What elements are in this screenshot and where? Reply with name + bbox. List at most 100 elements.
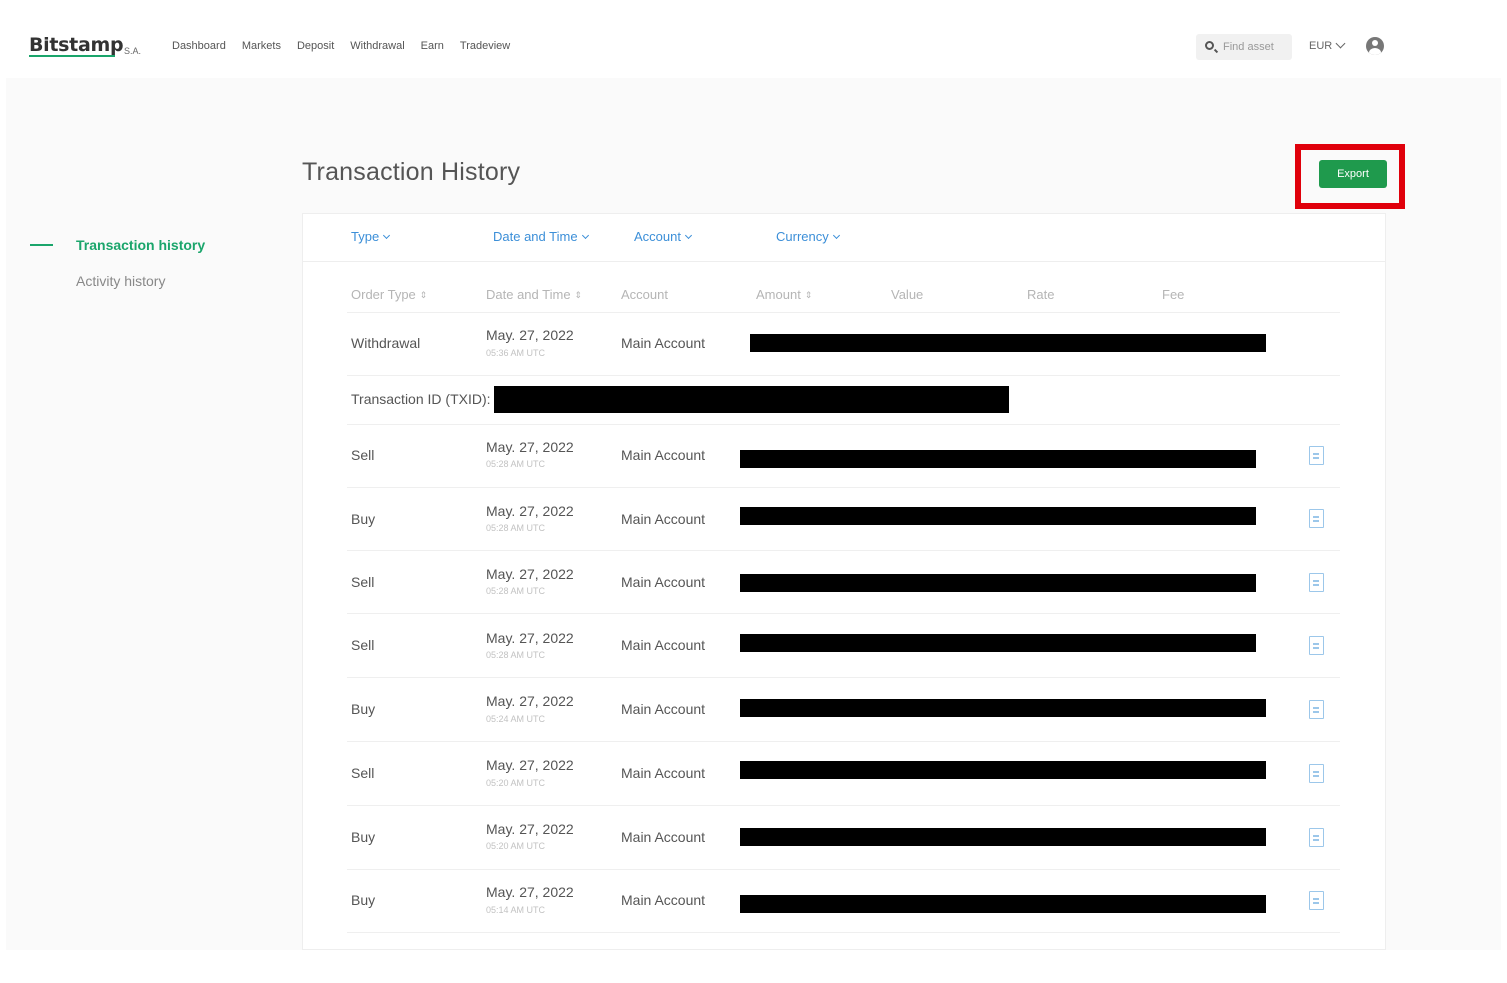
document-icon[interactable] (1309, 509, 1324, 528)
row-divider (347, 677, 1340, 678)
user-icon[interactable] (1366, 37, 1384, 55)
nav-dashboard[interactable]: Dashboard (172, 40, 226, 52)
row-order-type: Sell (351, 574, 375, 590)
row-divider (347, 424, 1340, 425)
column-label: Date and Time (486, 287, 571, 302)
column-label: Rate (1027, 287, 1055, 302)
nav-tradeview[interactable]: Tradeview (460, 40, 510, 52)
find-asset-search[interactable]: Find asset (1196, 34, 1292, 60)
filter-type-label: Type (351, 229, 380, 244)
row-date: May. 27, 2022 (486, 821, 574, 837)
row-divider (347, 312, 1340, 313)
row-account: Main Account (621, 574, 706, 590)
column-header-order-type[interactable]: Order Type ⇕ (351, 287, 427, 302)
redaction-bar (740, 634, 1256, 652)
sort-icon: ⇕ (574, 290, 583, 300)
row-time: 05:28 AM UTC (486, 459, 546, 469)
row-time: 05:36 AM UTC (486, 348, 546, 358)
row-order-type: Buy (351, 511, 376, 527)
row-order-type: Buy (351, 829, 376, 845)
search-icon (1205, 41, 1214, 50)
row-order-type: Sell (351, 765, 375, 781)
row-time: 05:28 AM UTC (486, 586, 546, 596)
document-icon[interactable] (1309, 700, 1324, 719)
nav-withdrawal[interactable]: Withdrawal (350, 40, 404, 52)
document-icon[interactable] (1309, 446, 1324, 465)
column-label: Fee (1162, 287, 1185, 302)
redaction-bar (494, 386, 1009, 413)
column-header-value: Value (891, 287, 923, 302)
column-header-date-time[interactable]: Date and Time ⇕ (486, 287, 582, 302)
sidebar-item-activity-history[interactable]: Activity history (76, 273, 165, 289)
row-account: Main Account (621, 335, 706, 351)
column-label: Account (621, 287, 668, 302)
bitstamp-logo[interactable]: Bitstamp (29, 34, 124, 56)
document-icon[interactable] (1309, 636, 1324, 655)
filter-type[interactable]: Type (351, 229, 391, 244)
document-icon[interactable] (1309, 891, 1324, 910)
row-time: 05:20 AM UTC (486, 778, 546, 788)
row-order-type: Sell (351, 447, 375, 463)
row-account: Main Account (621, 447, 706, 463)
column-header-rate: Rate (1027, 287, 1054, 302)
row-date: May. 27, 2022 (486, 566, 574, 582)
row-account: Main Account (621, 892, 706, 908)
top-navigation-bar: Bitstamp S.A. Dashboard Markets Deposit … (0, 0, 1507, 78)
redaction-bar (740, 699, 1266, 717)
column-label: Order Type (351, 287, 416, 302)
row-date: May. 27, 2022 (486, 503, 574, 519)
sidebar-item-transaction-history[interactable]: Transaction history (76, 237, 205, 253)
column-label: Amount (756, 287, 801, 302)
row-order-type: Buy (351, 701, 376, 717)
row-account: Main Account (621, 765, 706, 781)
row-account: Main Account (621, 701, 706, 717)
row-divider (347, 550, 1340, 551)
nav-earn[interactable]: Earn (421, 40, 444, 52)
row-account: Main Account (621, 637, 706, 653)
row-account: Main Account (621, 829, 706, 845)
document-icon[interactable] (1309, 573, 1324, 592)
filter-currency[interactable]: Currency (776, 229, 840, 244)
row-date: May. 27, 2022 (486, 439, 574, 455)
nav-markets[interactable]: Markets (242, 40, 281, 52)
row-divider (347, 932, 1340, 933)
redaction-bar (740, 828, 1266, 846)
column-header-account: Account (621, 287, 668, 302)
column-header-amount[interactable]: Amount ⇕ (756, 287, 812, 302)
chevron-down-icon (383, 231, 391, 240)
row-divider (347, 741, 1340, 742)
row-time: 05:28 AM UTC (486, 650, 546, 660)
chevron-down-icon[interactable] (1335, 38, 1346, 49)
filter-account-label: Account (634, 229, 681, 244)
row-account: Main Account (621, 511, 706, 527)
nav-deposit[interactable]: Deposit (297, 40, 334, 52)
row-order-type: Sell (351, 637, 375, 653)
redaction-bar (740, 574, 1256, 592)
row-time: 05:14 AM UTC (486, 905, 546, 915)
sort-icon: ⇕ (419, 290, 428, 300)
row-date: May. 27, 2022 (486, 630, 574, 646)
filter-date-time[interactable]: Date and Time (493, 229, 589, 244)
filter-currency-label: Currency (776, 229, 829, 244)
redaction-bar (740, 761, 1266, 779)
page-title: Transaction History (302, 158, 521, 186)
export-button[interactable]: Export (1319, 160, 1387, 188)
redaction-bar (750, 334, 1266, 352)
row-date: May. 27, 2022 (486, 693, 574, 709)
sort-icon: ⇕ (804, 290, 813, 300)
currency-selector[interactable]: EUR (1309, 40, 1332, 52)
filters-divider (302, 261, 1386, 262)
filter-account[interactable]: Account (634, 229, 693, 244)
main-nav: Dashboard Markets Deposit Withdrawal Ear… (172, 40, 526, 52)
row-divider (347, 805, 1340, 806)
document-icon[interactable] (1309, 764, 1324, 783)
column-header-fee: Fee (1162, 287, 1184, 302)
row-time: 05:20 AM UTC (486, 841, 546, 851)
search-placeholder: Find asset (1223, 41, 1274, 53)
document-icon[interactable] (1309, 828, 1324, 847)
redaction-bar (740, 450, 1256, 468)
row-date: May. 27, 2022 (486, 327, 574, 343)
logo-underline (29, 55, 115, 57)
filter-date-time-label: Date and Time (493, 229, 578, 244)
row-divider (347, 869, 1340, 870)
